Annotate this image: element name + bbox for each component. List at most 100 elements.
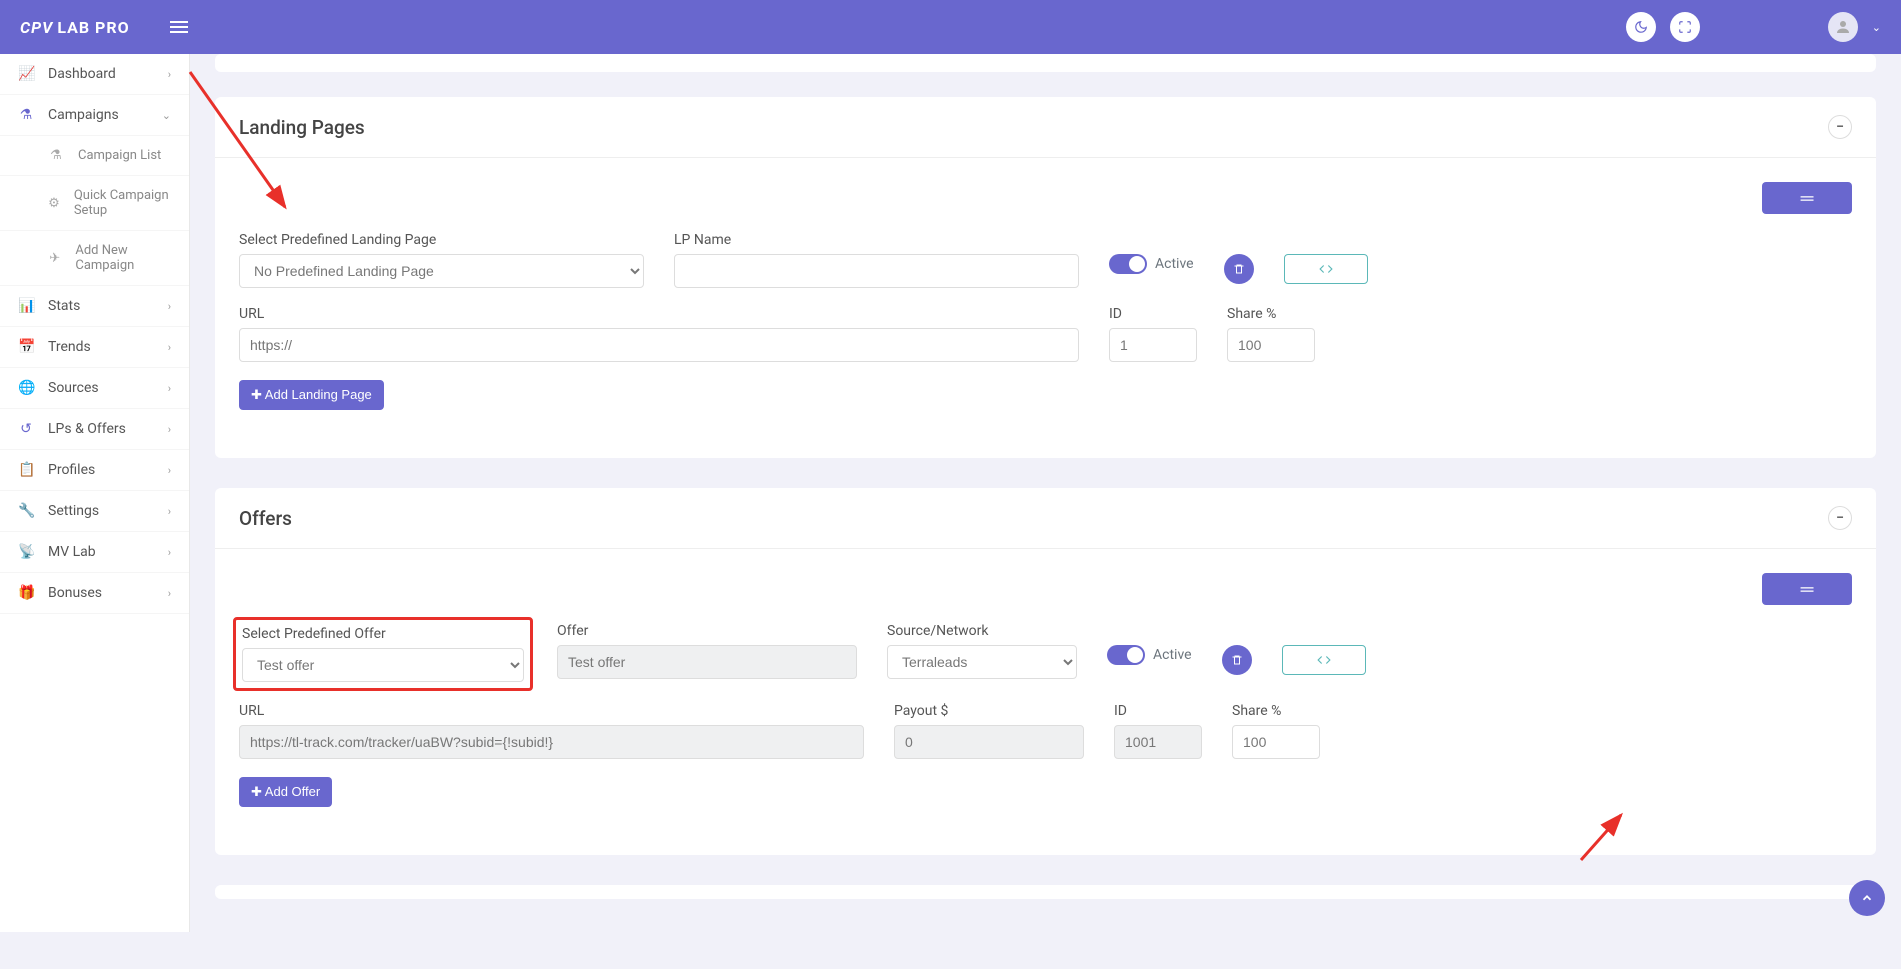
trash-icon [1233,263,1245,275]
offer-url-label: URL [239,703,864,719]
sidebar-item-profiles[interactable]: 📋 Profiles › [0,450,189,491]
chevron-icon: › [168,68,171,81]
nav-label: Quick Campaign Setup [74,188,171,218]
sidebar-item-add-new-campaign[interactable]: ✈Add New Campaign [0,231,189,286]
offer-source-select[interactable]: Terraleads [887,645,1077,679]
nav-label: Add New Campaign [75,243,171,273]
menu-toggle[interactable] [170,18,188,36]
chevron-icon: › [168,300,171,313]
sidebar-item-lps-offers[interactable]: ↺LPs & Offers› [0,409,189,450]
logo-mark: CPV [20,18,53,37]
nav-icon: 📅 [18,339,34,355]
lp-active-label: Active [1155,256,1194,272]
lp-name-label: LP Name [674,232,1079,248]
sidebar-item-dashboard[interactable]: 📈 Dashboard › [0,54,189,95]
user-menu-chevron[interactable]: ⌄ [1872,21,1881,34]
offer-payout-input [894,725,1084,759]
lp-active-toggle[interactable] [1109,254,1147,274]
fullscreen-toggle[interactable] [1670,12,1700,42]
nav-label: Campaigns [48,107,119,123]
offer-active-label: Active [1153,647,1192,663]
topbar: CPV LAB PRO ⌄ [0,0,1901,54]
sidebar-item-bonuses[interactable]: 🎁Bonuses› [0,573,189,614]
trash-icon [1231,654,1243,666]
lp-code-button[interactable] [1284,254,1368,284]
nav-label: Bonuses [48,585,102,601]
lp-id-input[interactable] [1109,328,1197,362]
scroll-to-top-button[interactable] [1849,880,1885,916]
code-icon [1317,653,1331,667]
lp-share-input[interactable] [1227,328,1315,362]
sidebar-item-trends[interactable]: 📅 Trends › [0,327,189,368]
nav-icon: 🎁 [18,585,34,601]
sidebar-item-sources[interactable]: 🌐 Sources › [0,368,189,409]
offer-drag-handle[interactable]: ═ [1762,573,1852,605]
offer-url-input [239,725,864,759]
offer-name-input [557,645,857,679]
offer-share-label: Share % [1232,703,1320,719]
offer-active-toggle[interactable] [1107,645,1145,665]
nav-icon: 🌐 [18,380,34,396]
lp-url-label: URL [239,306,1079,322]
lp-id-label: ID [1109,306,1197,322]
chevron-icon: › [168,546,171,559]
main-content: Landing Pages − ═ Select Predefined Land… [190,54,1901,969]
add-offer-button[interactable]: ✚ Add Offer [239,777,332,807]
collapse-landing[interactable]: − [1828,115,1852,139]
dark-mode-toggle[interactable] [1626,12,1656,42]
nav-icon: 📡 [18,544,34,560]
lp-select-label: Select Predefined Landing Page [239,232,644,248]
nav-icon: ⚗ [48,148,64,163]
offers-title: Offers [239,507,292,530]
sidebar-item-settings[interactable]: 🔧 Settings › [0,491,189,532]
chevron-icon: › [168,382,171,395]
offer-id-label: ID [1114,703,1202,719]
sidebar-item-mv-lab[interactable]: 📡 MV Lab › [0,532,189,573]
user-avatar[interactable] [1828,12,1858,42]
lp-url-input[interactable] [239,328,1079,362]
offer-code-button[interactable] [1282,645,1366,675]
lp-predefined-select[interactable]: No Predefined Landing Page [239,254,644,288]
chevron-icon: ⌄ [162,109,171,122]
sidebar-item-stats[interactable]: 📊 Stats › [0,286,189,327]
nav-label: Stats [48,298,80,314]
offer-share-input[interactable] [1232,725,1320,759]
nav-label: Settings [48,503,99,519]
chevron-icon: › [168,464,171,477]
lp-delete-button[interactable] [1224,254,1254,284]
offer-delete-button[interactable] [1222,645,1252,675]
nav-label: Campaign List [78,148,161,163]
bottom-card-peek [215,885,1876,899]
sidebar-item-quick-campaign-setup[interactable]: ⚙ Quick Campaign Setup [0,176,189,231]
nav-label: Trends [48,339,91,355]
nav-label: MV Lab [48,544,96,560]
nav-icon: 🔧 [18,503,34,519]
offer-predefined-select[interactable]: Test offer [242,648,524,682]
logo-text: LAB PRO [57,18,129,37]
sidebar-item-campaign-list[interactable]: ⚗ Campaign List [0,136,189,176]
offer-id-input [1114,725,1202,759]
expand-icon [1678,20,1692,34]
chevron-icon: › [168,505,171,518]
sidebar-item-campaigns[interactable]: ⚗ Campaigns ⌄ [0,95,189,136]
logo[interactable]: CPV LAB PRO [20,18,130,37]
user-icon [1834,18,1852,36]
landing-title: Landing Pages [239,116,365,139]
nav-label: Profiles [48,462,95,478]
chevron-icon: › [168,423,171,436]
moon-icon [1634,20,1648,34]
offer-payout-label: Payout $ [894,703,1084,719]
nav-label: Sources [48,380,99,396]
sidebar: 📈 Dashboard › ⚗ Campaigns ⌄ ⚗ Campaign List ⚙ Qui… [0,54,190,932]
nav-icon: 📋 [18,462,34,478]
collapse-offers[interactable]: − [1828,506,1852,530]
nav-icon: 📈 [18,66,34,82]
chevron-icon: › [168,341,171,354]
landing-drag-handle[interactable]: ═ [1762,182,1852,214]
nav-icon: ⚙ [48,196,60,211]
nav-icon: 📊 [18,298,34,314]
add-landing-page-button[interactable]: ✚ Add Landing Page [239,380,384,410]
nav-icon: ⚗ [18,107,34,123]
lp-name-input[interactable] [674,254,1079,288]
nav-label: Dashboard [48,66,116,82]
